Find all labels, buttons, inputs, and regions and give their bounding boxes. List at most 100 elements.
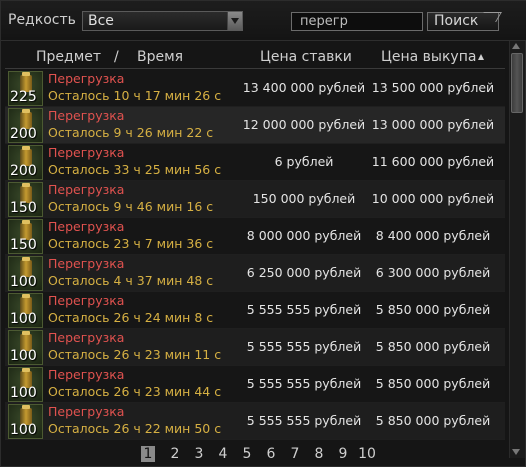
item-name: Перегрузка (48, 293, 125, 308)
auction-row[interactable]: 100 Перегрузка Осталось 26 ч 22 мин 50 с… (5, 403, 505, 440)
item-name: Перегрузка (48, 219, 125, 234)
buyout-price: 8 400 000 рублей (375, 228, 491, 243)
buyout-price: 5 850 000 рублей (375, 339, 491, 354)
scroll-up-icon[interactable] (512, 43, 520, 49)
scroll-down-icon[interactable] (512, 449, 520, 455)
column-header-bid[interactable]: Цена ставки (260, 49, 352, 65)
page-link[interactable]: 6 (259, 445, 283, 463)
rarity-select[interactable]: Все (82, 11, 243, 31)
item-slot[interactable]: 150 (8, 182, 43, 217)
item-slot[interactable]: 200 (8, 145, 43, 180)
buyout-price: 5 850 000 рублей (375, 376, 491, 391)
page-link[interactable]: 9 (331, 445, 355, 463)
buyout-price: 5 850 000 рублей (375, 413, 491, 428)
button-corner-decoration (478, 12, 502, 22)
auction-row[interactable]: 100 Перегрузка Осталось 26 ч 24 мин 8 с … (5, 292, 505, 329)
auction-list: 225 Перегрузка Осталось 10 ч 17 мин 26 с… (5, 70, 505, 440)
item-slot[interactable]: 200 (8, 108, 43, 143)
buyout-price: 6 300 000 рублей (375, 265, 491, 280)
auction-window: Редкость Все Поиск Предмет / Время Цена … (0, 0, 526, 467)
rarity-selected-value: Все (88, 13, 114, 29)
item-name: Перегрузка (48, 367, 125, 382)
item-slot[interactable]: 100 (8, 256, 43, 291)
item-slot[interactable]: 225 (8, 71, 43, 106)
header-divider (5, 68, 505, 69)
search-button-label: Поиск (434, 13, 479, 29)
item-name: Перегрузка (48, 182, 125, 197)
auction-row[interactable]: 100 Перегрузка Осталось 26 ч 23 мин 44 с… (5, 366, 505, 403)
item-count: 200 (10, 163, 37, 179)
auction-row[interactable]: 225 Перегрузка Осталось 10 ч 17 мин 26 с… (5, 70, 505, 107)
search-input[interactable] (291, 12, 423, 31)
item-count: 100 (10, 274, 37, 290)
item-count: 200 (10, 126, 37, 142)
item-time-left: Осталось 9 ч 26 мин 22 с (48, 125, 214, 140)
page-link[interactable]: 3 (187, 445, 211, 463)
bid-price: 5 555 555 рублей (246, 339, 362, 354)
item-slot[interactable]: 150 (8, 219, 43, 254)
bid-price: 12 000 000 рублей (242, 117, 366, 132)
sort-ascending-icon[interactable] (478, 54, 484, 60)
column-header-item[interactable]: Предмет (36, 49, 101, 65)
item-count: 100 (10, 348, 37, 364)
item-name: Перегрузка (48, 108, 125, 123)
item-name: Перегрузка (48, 330, 125, 345)
scroll-thumb[interactable] (511, 53, 523, 113)
item-time-left: Осталось 4 ч 37 мин 48 с (48, 273, 214, 288)
bid-price: 6 250 000 рублей (246, 265, 362, 280)
column-header-separator: / (114, 49, 119, 65)
bid-price: 5 555 555 рублей (246, 413, 362, 428)
column-header-buyout[interactable]: Цена выкупа (381, 49, 476, 65)
item-time-left: Осталось 26 ч 22 мин 50 с (48, 421, 222, 436)
buyout-price: 10 000 000 рублей (371, 191, 495, 206)
item-slot[interactable]: 100 (8, 367, 43, 402)
bid-price: 6 рублей (274, 154, 334, 169)
page-link[interactable]: 2 (163, 445, 187, 463)
buyout-price: 13 500 000 рублей (371, 80, 495, 95)
item-time-left: Осталось 26 ч 23 мин 44 с (48, 384, 222, 399)
bid-price: 8 000 000 рублей (246, 228, 362, 243)
auction-row[interactable]: 200 Перегрузка Осталось 33 ч 25 мин 56 с… (5, 144, 505, 181)
item-time-left: Осталось 33 ч 25 мин 56 с (48, 162, 222, 177)
auction-row[interactable]: 150 Перегрузка Осталось 9 ч 46 мин 16 с … (5, 181, 505, 218)
item-count: 100 (10, 385, 37, 401)
item-slot[interactable]: 100 (8, 293, 43, 328)
item-name: Перегрузка (48, 256, 125, 271)
item-name: Перегрузка (48, 404, 125, 419)
item-slot[interactable]: 100 (8, 404, 43, 439)
item-count: 150 (10, 200, 37, 216)
auction-row[interactable]: 200 Перегрузка Осталось 9 ч 26 мин 22 с … (5, 107, 505, 144)
item-count: 225 (10, 89, 37, 105)
search-button[interactable]: Поиск (427, 12, 502, 31)
rarity-label: Редкость (8, 12, 76, 28)
item-name: Перегрузка (48, 71, 125, 86)
item-time-left: Осталось 23 ч 7 мин 36 с (48, 236, 214, 251)
item-time-left: Осталось 9 ч 46 мин 16 с (48, 199, 214, 214)
item-count: 100 (10, 422, 37, 438)
page-current[interactable]: 1 (141, 446, 155, 462)
column-header-time[interactable]: Время (137, 49, 183, 65)
filter-bar: Редкость Все Поиск (1, 1, 526, 41)
bid-price: 13 400 000 рублей (242, 80, 366, 95)
pagination: 1 2 3 4 5 6 7 8 9 10 (139, 445, 379, 463)
page-link[interactable]: 7 (283, 445, 307, 463)
page-link[interactable]: 10 (355, 445, 379, 463)
page-link[interactable]: 8 (307, 445, 331, 463)
item-time-left: Осталось 26 ч 24 мин 8 с (48, 310, 214, 325)
auction-row[interactable]: 100 Перегрузка Осталось 26 ч 23 мин 11 с… (5, 329, 505, 366)
auction-row[interactable]: 150 Перегрузка Осталось 23 ч 7 мин 36 с … (5, 218, 505, 255)
dropdown-arrow-icon[interactable] (227, 12, 242, 30)
bid-price: 5 555 555 рублей (246, 302, 362, 317)
page-link[interactable]: 4 (211, 445, 235, 463)
item-slot[interactable]: 100 (8, 330, 43, 365)
page-link[interactable]: 5 (235, 445, 259, 463)
buyout-price: 13 000 000 рублей (371, 117, 495, 132)
bid-price: 150 000 рублей (252, 191, 356, 206)
item-count: 100 (10, 311, 37, 327)
bid-price: 5 555 555 рублей (246, 376, 362, 391)
item-time-left: Осталось 10 ч 17 мин 26 с (48, 88, 222, 103)
auction-row[interactable]: 100 Перегрузка Осталось 4 ч 37 мин 48 с … (5, 255, 505, 292)
buyout-price: 11 600 000 рублей (371, 154, 495, 169)
item-count: 150 (10, 237, 37, 253)
item-time-left: Осталось 26 ч 23 мин 11 с (48, 347, 222, 362)
